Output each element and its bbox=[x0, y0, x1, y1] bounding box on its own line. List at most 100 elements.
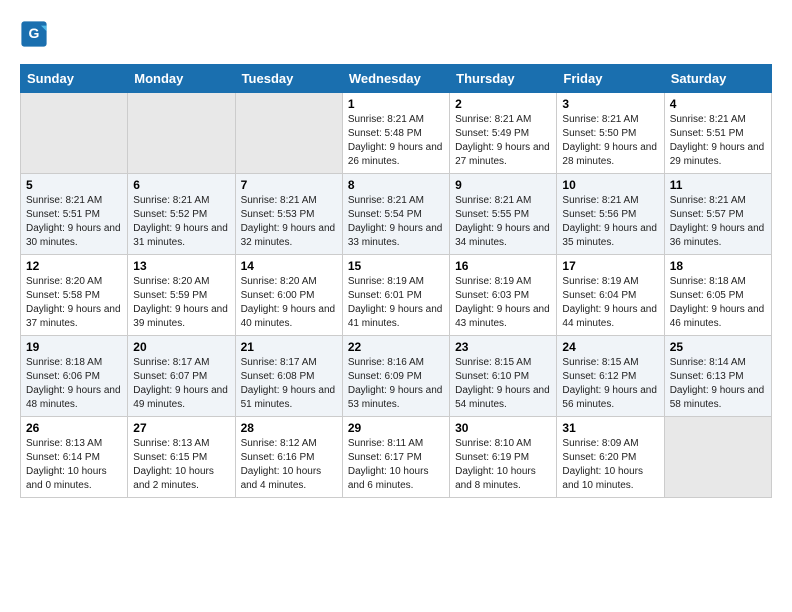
daylight-hours: Daylight: 9 hours and 41 minutes. bbox=[348, 304, 443, 329]
sunset-time: Sunset: 6:03 PM bbox=[455, 290, 529, 301]
day-number: 2 bbox=[455, 97, 551, 111]
day-number: 30 bbox=[455, 421, 551, 435]
sunset-time: Sunset: 6:04 PM bbox=[562, 290, 636, 301]
calendar-week-row: 1 Sunrise: 8:21 AM Sunset: 5:48 PM Dayli… bbox=[21, 93, 772, 174]
sunrise-time: Sunrise: 8:21 AM bbox=[455, 195, 531, 206]
day-info: Sunrise: 8:11 AM Sunset: 6:17 PM Dayligh… bbox=[348, 437, 444, 493]
day-number: 20 bbox=[133, 340, 229, 354]
calendar-cell: 2 Sunrise: 8:21 AM Sunset: 5:49 PM Dayli… bbox=[450, 93, 557, 174]
sunrise-time: Sunrise: 8:20 AM bbox=[133, 276, 209, 287]
sunset-time: Sunset: 6:05 PM bbox=[670, 290, 744, 301]
calendar-cell: 16 Sunrise: 8:19 AM Sunset: 6:03 PM Dayl… bbox=[450, 255, 557, 336]
day-info: Sunrise: 8:16 AM Sunset: 6:09 PM Dayligh… bbox=[348, 356, 444, 412]
daylight-hours: Daylight: 9 hours and 28 minutes. bbox=[562, 142, 657, 167]
sunrise-time: Sunrise: 8:10 AM bbox=[455, 438, 531, 449]
calendar-cell: 14 Sunrise: 8:20 AM Sunset: 6:00 PM Dayl… bbox=[235, 255, 342, 336]
daylight-hours: Daylight: 9 hours and 40 minutes. bbox=[241, 304, 336, 329]
day-info: Sunrise: 8:19 AM Sunset: 6:01 PM Dayligh… bbox=[348, 275, 444, 331]
sunset-time: Sunset: 6:19 PM bbox=[455, 452, 529, 463]
calendar-table: SundayMondayTuesdayWednesdayThursdayFrid… bbox=[20, 64, 772, 498]
day-header-thursday: Thursday bbox=[450, 65, 557, 93]
calendar-cell: 18 Sunrise: 8:18 AM Sunset: 6:05 PM Dayl… bbox=[664, 255, 771, 336]
day-header-monday: Monday bbox=[128, 65, 235, 93]
daylight-hours: Daylight: 9 hours and 48 minutes. bbox=[26, 385, 121, 410]
calendar-cell bbox=[664, 417, 771, 498]
calendar-cell: 25 Sunrise: 8:14 AM Sunset: 6:13 PM Dayl… bbox=[664, 336, 771, 417]
day-number: 6 bbox=[133, 178, 229, 192]
sunset-time: Sunset: 5:57 PM bbox=[670, 209, 744, 220]
calendar-cell: 7 Sunrise: 8:21 AM Sunset: 5:53 PM Dayli… bbox=[235, 174, 342, 255]
sunrise-time: Sunrise: 8:21 AM bbox=[348, 114, 424, 125]
daylight-hours: Daylight: 9 hours and 46 minutes. bbox=[670, 304, 765, 329]
daylight-hours: Daylight: 10 hours and 6 minutes. bbox=[348, 466, 429, 491]
daylight-hours: Daylight: 10 hours and 10 minutes. bbox=[562, 466, 643, 491]
day-info: Sunrise: 8:12 AM Sunset: 6:16 PM Dayligh… bbox=[241, 437, 337, 493]
sunset-time: Sunset: 6:12 PM bbox=[562, 371, 636, 382]
day-number: 4 bbox=[670, 97, 766, 111]
day-info: Sunrise: 8:21 AM Sunset: 5:51 PM Dayligh… bbox=[26, 194, 122, 250]
sunrise-time: Sunrise: 8:21 AM bbox=[670, 114, 746, 125]
logo-icon: G bbox=[20, 20, 48, 48]
calendar-week-row: 5 Sunrise: 8:21 AM Sunset: 5:51 PM Dayli… bbox=[21, 174, 772, 255]
day-info: Sunrise: 8:21 AM Sunset: 5:53 PM Dayligh… bbox=[241, 194, 337, 250]
sunrise-time: Sunrise: 8:19 AM bbox=[348, 276, 424, 287]
daylight-hours: Daylight: 9 hours and 34 minutes. bbox=[455, 223, 550, 248]
sunrise-time: Sunrise: 8:16 AM bbox=[348, 357, 424, 368]
daylight-hours: Daylight: 9 hours and 43 minutes. bbox=[455, 304, 550, 329]
sunset-time: Sunset: 5:54 PM bbox=[348, 209, 422, 220]
calendar-cell: 26 Sunrise: 8:13 AM Sunset: 6:14 PM Dayl… bbox=[21, 417, 128, 498]
sunrise-time: Sunrise: 8:12 AM bbox=[241, 438, 317, 449]
sunset-time: Sunset: 6:06 PM bbox=[26, 371, 100, 382]
day-number: 16 bbox=[455, 259, 551, 273]
day-number: 28 bbox=[241, 421, 337, 435]
day-header-sunday: Sunday bbox=[21, 65, 128, 93]
calendar-cell: 20 Sunrise: 8:17 AM Sunset: 6:07 PM Dayl… bbox=[128, 336, 235, 417]
day-info: Sunrise: 8:20 AM Sunset: 6:00 PM Dayligh… bbox=[241, 275, 337, 331]
page-header: G bbox=[20, 20, 772, 48]
day-number: 15 bbox=[348, 259, 444, 273]
day-number: 11 bbox=[670, 178, 766, 192]
calendar-cell: 1 Sunrise: 8:21 AM Sunset: 5:48 PM Dayli… bbox=[342, 93, 449, 174]
day-info: Sunrise: 8:21 AM Sunset: 5:55 PM Dayligh… bbox=[455, 194, 551, 250]
sunrise-time: Sunrise: 8:21 AM bbox=[241, 195, 317, 206]
calendar-cell: 5 Sunrise: 8:21 AM Sunset: 5:51 PM Dayli… bbox=[21, 174, 128, 255]
day-number: 13 bbox=[133, 259, 229, 273]
sunrise-time: Sunrise: 8:19 AM bbox=[562, 276, 638, 287]
day-number: 10 bbox=[562, 178, 658, 192]
daylight-hours: Daylight: 9 hours and 26 minutes. bbox=[348, 142, 443, 167]
sunrise-time: Sunrise: 8:14 AM bbox=[670, 357, 746, 368]
daylight-hours: Daylight: 9 hours and 31 minutes. bbox=[133, 223, 228, 248]
sunset-time: Sunset: 5:56 PM bbox=[562, 209, 636, 220]
day-header-saturday: Saturday bbox=[664, 65, 771, 93]
day-number: 29 bbox=[348, 421, 444, 435]
day-number: 3 bbox=[562, 97, 658, 111]
day-info: Sunrise: 8:18 AM Sunset: 6:05 PM Dayligh… bbox=[670, 275, 766, 331]
day-info: Sunrise: 8:13 AM Sunset: 6:14 PM Dayligh… bbox=[26, 437, 122, 493]
sunset-time: Sunset: 6:07 PM bbox=[133, 371, 207, 382]
day-info: Sunrise: 8:09 AM Sunset: 6:20 PM Dayligh… bbox=[562, 437, 658, 493]
day-info: Sunrise: 8:19 AM Sunset: 6:04 PM Dayligh… bbox=[562, 275, 658, 331]
sunset-time: Sunset: 5:53 PM bbox=[241, 209, 315, 220]
calendar-cell: 27 Sunrise: 8:13 AM Sunset: 6:15 PM Dayl… bbox=[128, 417, 235, 498]
day-number: 21 bbox=[241, 340, 337, 354]
sunrise-time: Sunrise: 8:17 AM bbox=[241, 357, 317, 368]
daylight-hours: Daylight: 9 hours and 39 minutes. bbox=[133, 304, 228, 329]
sunrise-time: Sunrise: 8:18 AM bbox=[26, 357, 102, 368]
sunset-time: Sunset: 6:13 PM bbox=[670, 371, 744, 382]
daylight-hours: Daylight: 9 hours and 32 minutes. bbox=[241, 223, 336, 248]
sunset-time: Sunset: 5:50 PM bbox=[562, 128, 636, 139]
day-number: 18 bbox=[670, 259, 766, 273]
svg-text:G: G bbox=[29, 25, 40, 41]
sunrise-time: Sunrise: 8:21 AM bbox=[26, 195, 102, 206]
day-number: 23 bbox=[455, 340, 551, 354]
day-info: Sunrise: 8:21 AM Sunset: 5:52 PM Dayligh… bbox=[133, 194, 229, 250]
sunrise-time: Sunrise: 8:21 AM bbox=[562, 114, 638, 125]
calendar-cell bbox=[128, 93, 235, 174]
calendar-week-row: 19 Sunrise: 8:18 AM Sunset: 6:06 PM Dayl… bbox=[21, 336, 772, 417]
sunset-time: Sunset: 5:59 PM bbox=[133, 290, 207, 301]
day-info: Sunrise: 8:14 AM Sunset: 6:13 PM Dayligh… bbox=[670, 356, 766, 412]
daylight-hours: Daylight: 9 hours and 29 minutes. bbox=[670, 142, 765, 167]
day-number: 9 bbox=[455, 178, 551, 192]
calendar-header-row: SundayMondayTuesdayWednesdayThursdayFrid… bbox=[21, 65, 772, 93]
day-info: Sunrise: 8:15 AM Sunset: 6:12 PM Dayligh… bbox=[562, 356, 658, 412]
